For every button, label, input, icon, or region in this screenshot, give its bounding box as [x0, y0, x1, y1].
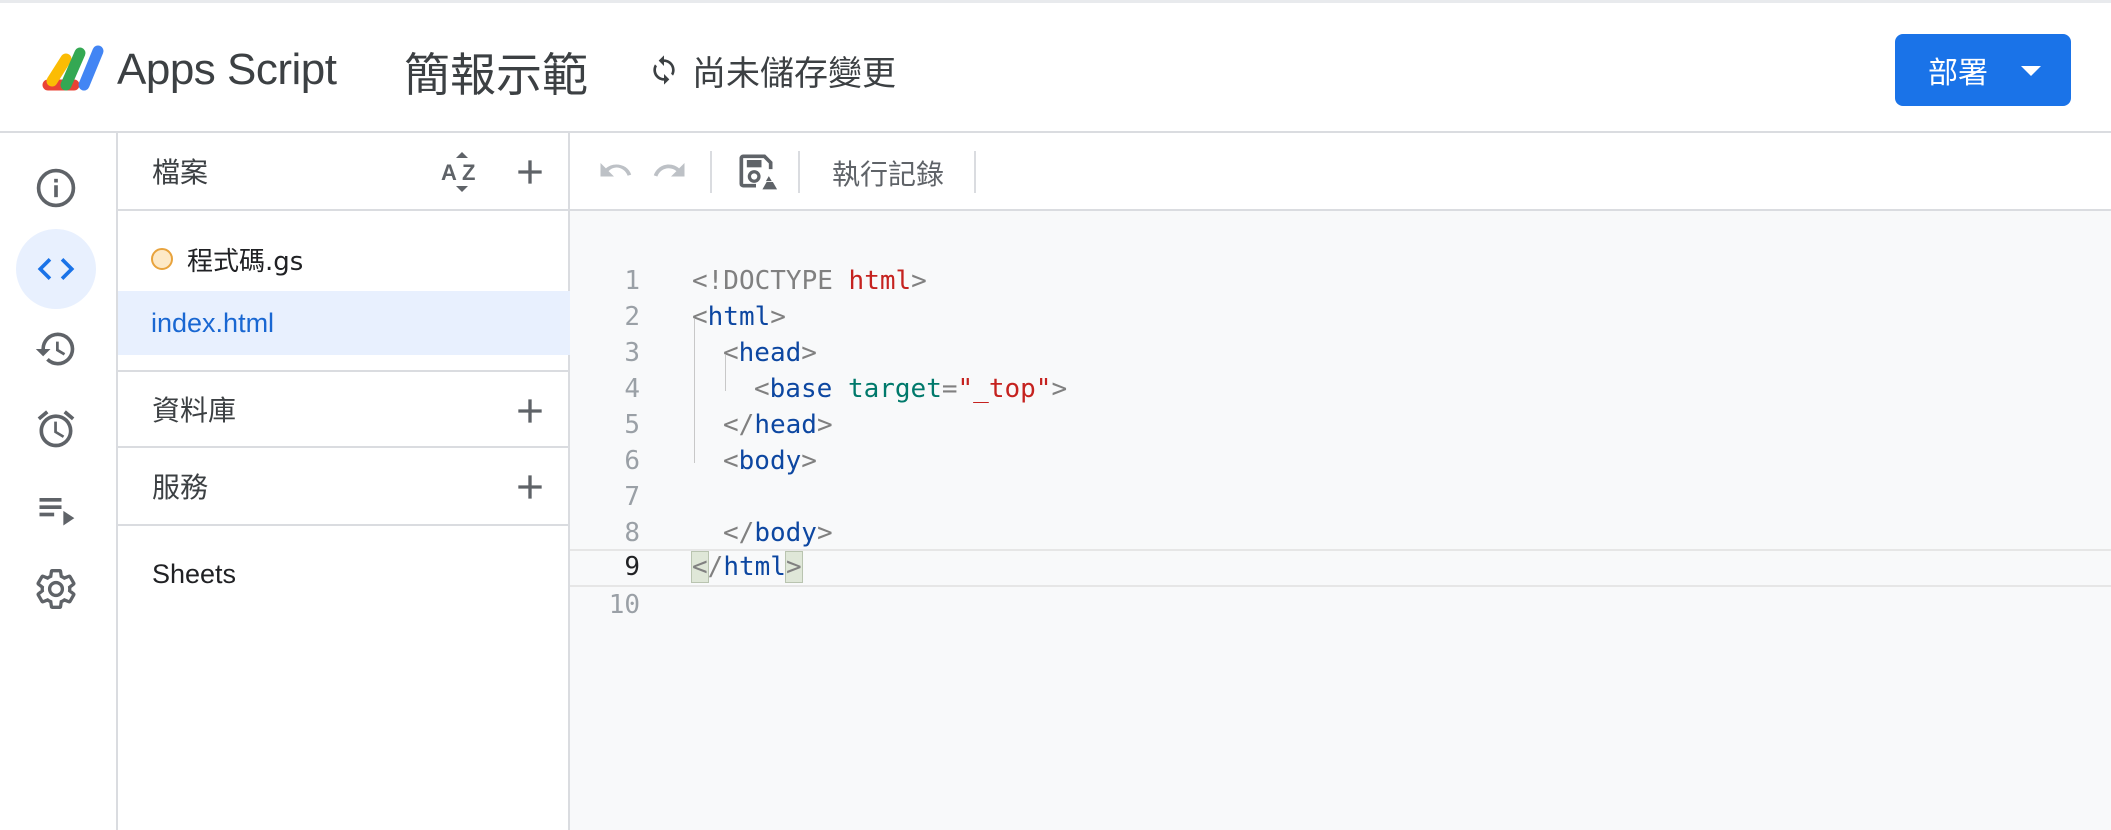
redo-icon[interactable] — [650, 151, 690, 191]
code-line: 7 — [570, 479, 2111, 515]
save-status-text: 尚未儲存變更 — [692, 53, 896, 94]
history-icon — [35, 332, 75, 366]
line-number: 1 — [624, 266, 640, 296]
project-title[interactable]: 簡報示範 — [404, 39, 588, 105]
line-number: 8 — [624, 518, 640, 548]
code-text: </html> — [691, 551, 803, 583]
code-editor[interactable]: 1 <!DOCTYPE html> 2 <html> 3 <head> 4 <b… — [570, 211, 2111, 830]
toolbar-divider — [798, 151, 800, 193]
rail-item-settings[interactable] — [16, 549, 96, 629]
sort-az-icon[interactable]: A Z — [440, 150, 484, 194]
apps-script-logo — [42, 45, 104, 91]
executions-icon — [39, 498, 75, 526]
file-item-code-gs[interactable]: 程式碼.gs — [118, 227, 570, 291]
dropdown-arrow-icon — [2021, 66, 2041, 76]
files-panel: 檔案 A Z 程式碼.gs index.html 資料庫 服務 Sheets — [118, 133, 570, 830]
svg-text:A: A — [441, 160, 457, 185]
libraries-section-title: 資料庫 — [152, 394, 237, 427]
code-text: <body> — [723, 446, 817, 476]
code-text: <!DOCTYPE html> — [692, 266, 927, 296]
toolbar-divider — [710, 151, 712, 193]
code-icon — [37, 258, 75, 280]
rail-item-editor[interactable] — [16, 229, 96, 309]
code-line: 8 </body> — [570, 515, 2111, 551]
editor-toolbar: 執行記錄 — [570, 133, 2111, 211]
libraries-section-header: 資料庫 — [118, 370, 570, 448]
line-number: 4 — [624, 374, 640, 404]
rail-item-triggers[interactable] — [16, 389, 96, 469]
file-name: 程式碼.gs — [187, 246, 304, 277]
line-number: 5 — [624, 410, 640, 440]
rail-item-executions[interactable] — [16, 469, 96, 549]
code-text: </body> — [723, 518, 833, 548]
code-text: </head> — [723, 410, 833, 440]
code-line: 10 — [570, 587, 2111, 623]
gear-icon — [36, 569, 76, 609]
toolbar-divider — [974, 151, 976, 193]
line-number: 10 — [608, 590, 640, 620]
add-library-icon[interactable] — [510, 391, 550, 431]
file-name: index.html — [151, 307, 275, 338]
gs-file-icon — [151, 248, 173, 270]
matched-bracket: < — [691, 551, 709, 583]
code-line: 3 <head> — [570, 335, 2111, 371]
deploy-button[interactable]: 部署 — [1895, 34, 2071, 106]
alarm-icon — [37, 410, 75, 448]
info-icon — [36, 168, 76, 208]
code-line: 4 <base target="_top"> — [570, 371, 2111, 407]
code-line: 1 <!DOCTYPE html> — [570, 263, 2111, 299]
add-service-icon[interactable] — [510, 467, 550, 507]
code-line: 6 <body> — [570, 443, 2111, 479]
file-item-index-html[interactable]: index.html — [118, 291, 570, 355]
add-file-icon[interactable] — [510, 152, 550, 192]
rail-item-overview[interactable] — [16, 148, 96, 228]
services-section-title: 服務 — [152, 471, 209, 504]
code-text: <html> — [692, 302, 786, 332]
service-item-sheets[interactable]: Sheets — [152, 559, 236, 590]
services-section-header: 服務 — [118, 448, 570, 526]
line-number: 9 — [624, 552, 640, 582]
rail-item-history[interactable] — [16, 309, 96, 389]
code-text: <base target="_top"> — [754, 374, 1068, 404]
navigation-rail — [0, 133, 118, 830]
code-line: 2 <html> — [570, 299, 2111, 335]
line-number: 2 — [624, 302, 640, 332]
files-section-header: 檔案 A Z — [118, 133, 570, 211]
svg-text:Z: Z — [462, 160, 475, 185]
undo-icon[interactable] — [596, 151, 636, 191]
top-app-bar: Apps Script 簡報示範 尚未儲存變更 部署 — [0, 0, 2111, 133]
app-name: Apps Script — [117, 45, 337, 94]
files-section-title: 檔案 — [152, 156, 209, 189]
execution-log-button[interactable]: 執行記錄 — [832, 153, 944, 193]
save-to-drive-icon[interactable] — [734, 149, 778, 193]
save-status: 尚未儲存變更 — [648, 45, 896, 95]
code-line: 5 </head> — [570, 407, 2111, 443]
current-code-line: 9 </html> — [570, 549, 2111, 587]
sync-icon — [653, 55, 675, 85]
code-text: <head> — [723, 338, 817, 368]
line-number: 6 — [624, 446, 640, 476]
deploy-button-label: 部署 — [1928, 56, 1988, 91]
line-number: 3 — [624, 338, 640, 368]
matched-bracket: > — [784, 551, 803, 583]
line-number: 7 — [624, 482, 640, 512]
